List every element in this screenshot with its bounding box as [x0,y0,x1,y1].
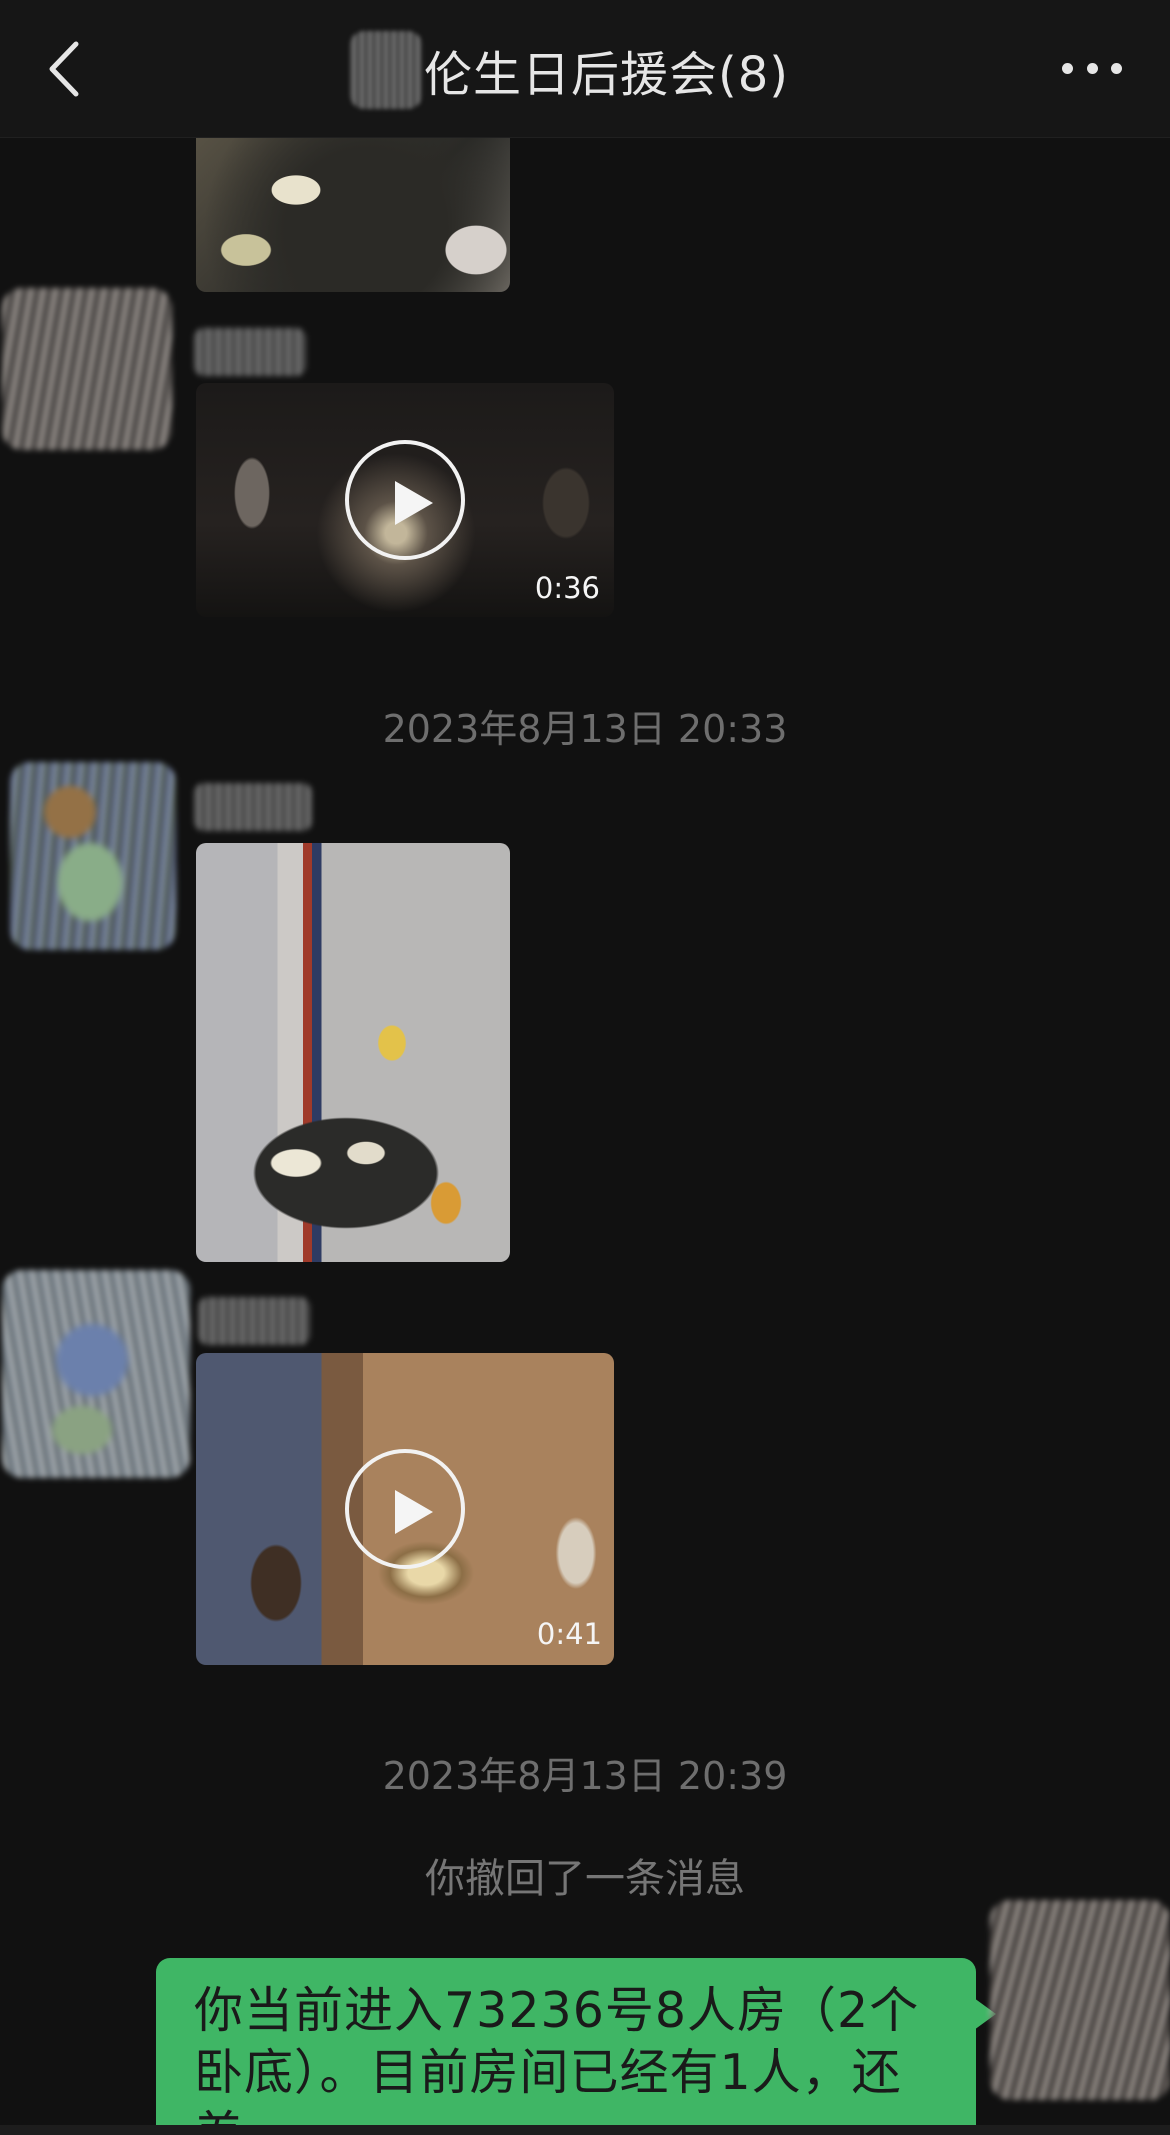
sender-name-redacted [198,1297,310,1345]
nav-bar: 伦生日后援会(8) [0,0,1170,138]
play-icon[interactable] [345,440,465,560]
photo-message-2[interactable] [196,843,510,1262]
chat-screen: 伦生日后援会(8) 0:36 2023年8月13日 20:33 0:41 202… [0,0,1170,2135]
timestamp: 2023年8月13日 20:33 [382,707,788,751]
play-icon[interactable] [345,1449,465,1569]
own-avatar [990,1900,1170,2100]
back-button[interactable] [40,36,90,102]
video-duration: 0:36 [534,571,600,605]
nav-title-group: 伦生日后援会(8) [350,30,789,110]
video-message-1[interactable]: 0:36 [196,383,614,617]
more-button[interactable] [1062,46,1122,90]
video-message-2[interactable]: 0:41 [196,1353,614,1665]
avatar [2,288,172,450]
avatar [10,762,176,950]
sender-name-redacted [194,783,312,831]
chat-title: 伦生日后援会(8) [424,47,789,103]
outgoing-message-bubble[interactable]: 你当前进入73236号8人房（2个卧底）。目前房间已经有1人，还差… [156,1958,976,2135]
video-duration: 0:41 [536,1617,602,1651]
avatar [2,1270,190,1478]
sender-name-redacted [194,328,306,376]
bottom-edge [0,2125,1170,2135]
outgoing-message-text: 你当前进入73236号8人房（2个卧底）。目前房间已经有1人，还差… [194,1982,920,2135]
redacted-title-prefix [350,31,422,109]
photo-message-1[interactable] [196,120,510,292]
recall-notice: 你撤回了一条消息 [425,1856,745,1902]
more-dots-icon [1062,62,1073,74]
chevron-left-icon [49,41,79,97]
timestamp: 2023年8月13日 20:39 [382,1754,788,1798]
